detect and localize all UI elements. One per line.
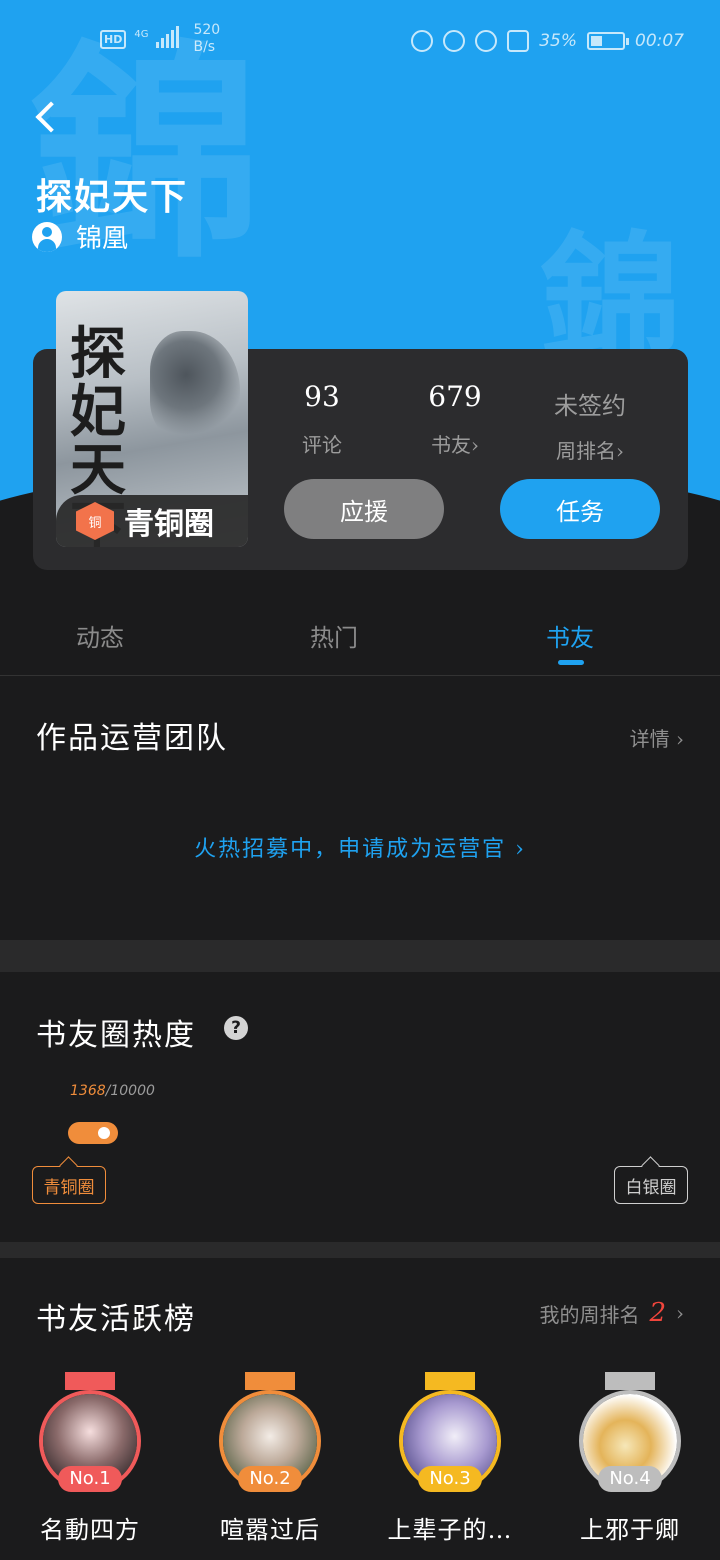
- heat-progress-knob: [94, 1123, 114, 1143]
- support-button[interactable]: 应援: [284, 479, 444, 539]
- recruit-link[interactable]: 火热招募中，申请成为运营官 ›: [0, 831, 720, 863]
- rank-badge: No.4: [598, 1466, 662, 1492]
- clock: 00:07: [635, 31, 684, 51]
- member-card[interactable]: 上邪于卿: [550, 1372, 710, 1545]
- my-rank-link[interactable]: 我的周排名 2 ›: [539, 1298, 684, 1328]
- member-card[interactable]: 上辈子的…: [370, 1372, 530, 1545]
- crown-icon: [425, 1372, 475, 1390]
- crown-icon: [245, 1372, 295, 1390]
- book-title: 探妃天下: [36, 176, 189, 218]
- mute-icon: [507, 30, 530, 52]
- crown-icon: [605, 1372, 655, 1390]
- tab-feed[interactable]: 动态: [76, 618, 124, 653]
- ops-team-title: 作品运营团队: [36, 721, 228, 756]
- nfc-icon: [411, 30, 434, 52]
- tier-tag-silver: 白银圈: [614, 1166, 688, 1204]
- author-row[interactable]: 锦凰: [32, 218, 128, 255]
- section-divider: [0, 1242, 720, 1258]
- help-icon[interactable]: ?: [224, 1016, 248, 1040]
- tier-label: 青铜圈: [124, 507, 214, 542]
- my-rank-value: 2: [649, 1298, 666, 1328]
- tab-bar: 动态 热门 书友: [0, 604, 720, 676]
- heat-value: 1368/10000: [70, 1083, 155, 1099]
- author-name: 锦凰: [76, 224, 129, 254]
- battery-icon: [587, 32, 629, 50]
- stat-comments[interactable]: 93 评论: [282, 380, 362, 458]
- tier-tag-bronze: 青铜圈: [32, 1166, 106, 1204]
- ops-team-section: 作品运营团队 详情 › 火热招募中，申请成为运营官 ›: [0, 677, 720, 940]
- signal-icon: [156, 26, 180, 48]
- rank-badge: No.1: [58, 1466, 122, 1492]
- eye-icon: [443, 30, 466, 52]
- member-card[interactable]: 喧嚣过后: [190, 1372, 350, 1545]
- stat-weekly-rank[interactable]: 未签约 周排名›: [530, 386, 650, 464]
- chevron-right-icon: ›: [676, 1301, 684, 1325]
- bronze-medal-icon: 铜: [76, 502, 114, 540]
- stat-readers[interactable]: 679 书友›: [410, 380, 500, 458]
- hd-icon: HD: [100, 30, 127, 49]
- alarm-icon: [475, 30, 498, 52]
- rank-badge: No.2: [238, 1466, 302, 1492]
- cover-art: [150, 331, 240, 441]
- tier-badge: 铜 青铜圈: [56, 495, 248, 547]
- activity-title: 书友活跃榜: [36, 1302, 196, 1337]
- tab-readers[interactable]: 书友: [546, 618, 594, 653]
- network-label: 4G: [134, 29, 149, 40]
- net-speed: 520 B/s: [193, 22, 221, 55]
- task-button[interactable]: 任务: [500, 479, 660, 539]
- battery-percent: 35%: [539, 31, 577, 51]
- section-divider: [0, 940, 720, 972]
- crown-icon: [65, 1372, 115, 1390]
- member-card[interactable]: 名動四方: [10, 1372, 170, 1545]
- back-chevron-icon[interactable]: [30, 98, 62, 138]
- rank-badge: No.3: [418, 1466, 482, 1492]
- heat-title: 书友圈热度: [36, 1018, 196, 1053]
- heat-section: 书友圈热度 ?: [0, 972, 720, 1242]
- ops-team-detail-link[interactable]: 详情 ›: [630, 723, 684, 752]
- tab-hot[interactable]: 热门: [310, 618, 358, 653]
- user-icon: [32, 221, 62, 252]
- tab-active-indicator: [558, 660, 584, 665]
- status-bar: HD 4G 520 B/s 35% 00:07: [0, 0, 720, 86]
